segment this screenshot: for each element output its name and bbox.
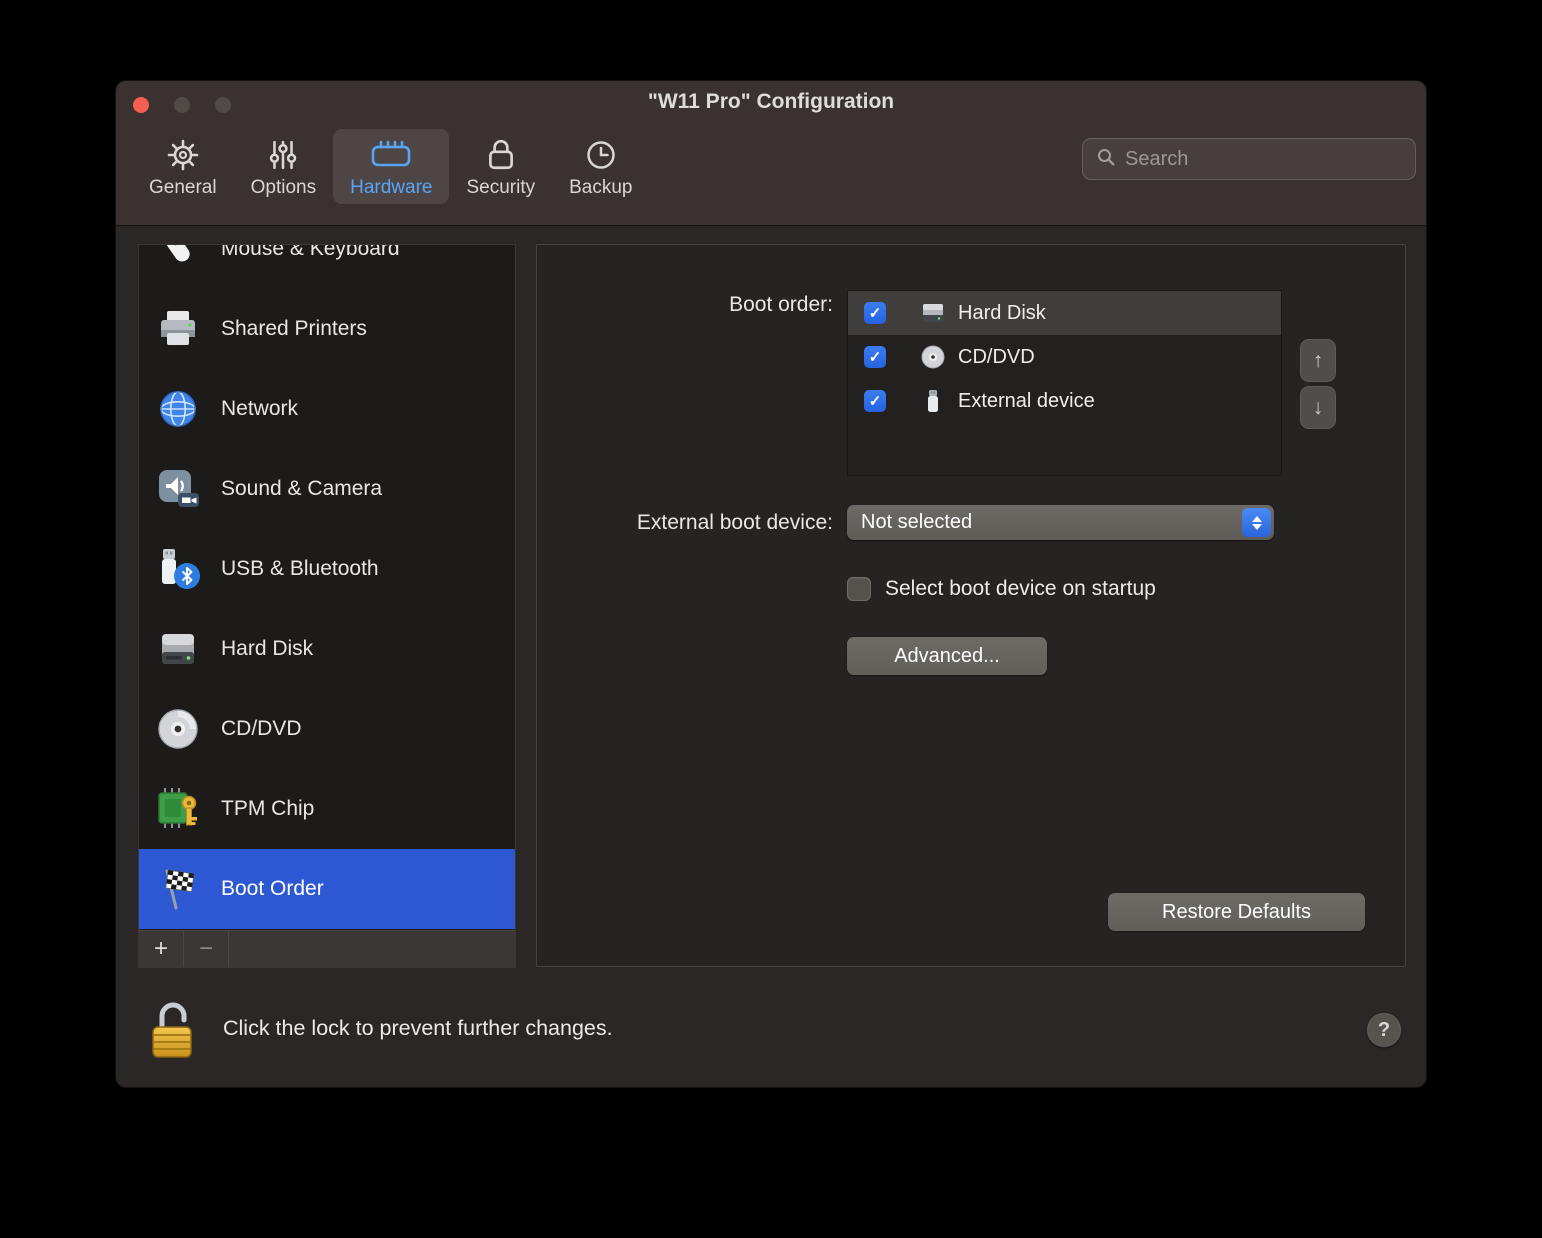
globe-icon — [155, 386, 201, 432]
hardware-list: Mouse & Keyboard Shared — [139, 245, 515, 930]
memory-chip-icon — [368, 135, 414, 175]
tab-backup-label: Backup — [569, 177, 632, 199]
cd-icon — [155, 706, 201, 752]
move-down-button[interactable]: ↓ — [1300, 386, 1336, 429]
sidebar-item-tpm-chip[interactable]: TPM Chip — [139, 769, 515, 849]
tab-options[interactable]: Options — [234, 129, 333, 204]
search-input[interactable] — [1125, 148, 1402, 171]
external-boot-device-label: External boot device: — [637, 511, 833, 535]
sidebar-actions: + − — [139, 930, 515, 967]
sidebar-item-usb-bluetooth[interactable]: USB & Bluetooth — [139, 529, 515, 609]
lock-hint-text: Click the lock to prevent further change… — [223, 1016, 613, 1041]
boot-row-hard-disk[interactable]: Hard Disk — [848, 291, 1281, 335]
unlocked-padlock-icon[interactable] — [149, 999, 197, 1066]
hard-disk-checkbox[interactable] — [864, 302, 886, 324]
tpm-chip-icon — [155, 786, 201, 832]
sidebar-item-label: Mouse & Keyboard — [221, 245, 400, 261]
sidebar-item-label: CD/DVD — [221, 717, 302, 741]
sidebar-item-hard-disk[interactable]: Hard Disk — [139, 609, 515, 689]
printer-icon — [155, 306, 201, 352]
restore-defaults-button[interactable]: Restore Defaults — [1108, 893, 1365, 931]
hardware-sidebar: Mouse & Keyboard Shared — [138, 244, 516, 968]
sliders-icon — [267, 135, 299, 175]
gear-icon — [166, 135, 200, 175]
mouse-keyboard-icon — [155, 245, 201, 272]
tab-general[interactable]: General — [132, 129, 234, 204]
remove-hardware-button[interactable]: − — [184, 931, 229, 967]
usb-bluetooth-icon — [155, 546, 201, 592]
sidebar-item-network[interactable]: Network — [139, 369, 515, 449]
boot-row-label: CD/DVD — [958, 346, 1035, 369]
help-button[interactable]: ? — [1367, 1013, 1401, 1047]
external-device-checkbox[interactable] — [864, 390, 886, 412]
speaker-camera-icon — [155, 466, 201, 512]
advanced-button[interactable]: Advanced... — [847, 637, 1047, 675]
select-boot-device-row: Select boot device on startup — [847, 577, 1156, 601]
dropdown-selected-value: Not selected — [861, 511, 1242, 534]
sidebar-item-label: Boot Order — [221, 877, 324, 901]
sidebar-item-label: Network — [221, 397, 298, 421]
tab-general-label: General — [149, 177, 217, 199]
tab-security-label: Security — [466, 177, 535, 199]
toolbar: "W11 Pro" Configuration — [116, 81, 1426, 226]
boot-order-panel: Boot order: Hard Disk — [536, 244, 1406, 967]
sidebar-item-sound-camera[interactable]: Sound & Camera — [139, 449, 515, 529]
sidebar-item-boot-order[interactable]: Boot Order — [139, 849, 515, 929]
hard-disk-mini-icon — [920, 300, 946, 326]
sidebar-item-label: Sound & Camera — [221, 477, 382, 501]
boot-row-external-device[interactable]: External device — [848, 379, 1281, 423]
hard-disk-icon — [155, 626, 201, 672]
tab-hardware[interactable]: Hardware — [333, 129, 449, 204]
boot-order-list: Hard Disk CD/DVD — [847, 290, 1282, 476]
configuration-window: "W11 Pro" Configuration — [115, 80, 1427, 1088]
sidebar-item-cd-dvd[interactable]: CD/DVD — [139, 689, 515, 769]
content-area: Mouse & Keyboard Shared — [116, 227, 1427, 1088]
boot-row-label: Hard Disk — [958, 302, 1046, 325]
search-field[interactable] — [1082, 138, 1416, 180]
select-boot-device-checkbox[interactable] — [847, 577, 871, 601]
tab-hardware-label: Hardware — [350, 177, 432, 199]
sidebar-item-shared-printers[interactable]: Shared Printers — [139, 289, 515, 369]
move-up-button[interactable]: ↑ — [1300, 339, 1336, 382]
sidebar-item-label: Hard Disk — [221, 637, 313, 661]
reorder-buttons: ↑ ↓ — [1300, 339, 1336, 429]
usb-stick-mini-icon — [920, 388, 946, 414]
add-hardware-button[interactable]: + — [139, 931, 184, 967]
window-title: "W11 Pro" Configuration — [116, 90, 1426, 114]
sidebar-item-label: Shared Printers — [221, 317, 367, 341]
boot-order-label: Boot order: — [729, 293, 833, 317]
tab-backup[interactable]: Backup — [552, 129, 649, 204]
cd-dvd-checkbox[interactable] — [864, 346, 886, 368]
sidebar-item-mouse-keyboard[interactable]: Mouse & Keyboard — [139, 245, 515, 289]
boot-row-label: External device — [958, 390, 1095, 413]
toolbar-tabs: General Options — [132, 129, 649, 204]
tab-security[interactable]: Security — [449, 129, 552, 204]
search-icon — [1096, 147, 1116, 172]
tab-options-label: Options — [251, 177, 316, 199]
external-boot-device-select[interactable]: Not selected — [847, 505, 1274, 540]
sidebar-item-label: USB & Bluetooth — [221, 557, 379, 581]
cd-mini-icon — [920, 344, 946, 370]
boot-row-cd-dvd[interactable]: CD/DVD — [848, 335, 1281, 379]
lock-icon — [487, 135, 515, 175]
checkered-flag-icon — [155, 866, 201, 912]
clock-icon — [584, 135, 618, 175]
sidebar-item-label: TPM Chip — [221, 797, 314, 821]
select-boot-device-label: Select boot device on startup — [885, 577, 1156, 601]
chevron-up-down-icon — [1242, 508, 1271, 537]
